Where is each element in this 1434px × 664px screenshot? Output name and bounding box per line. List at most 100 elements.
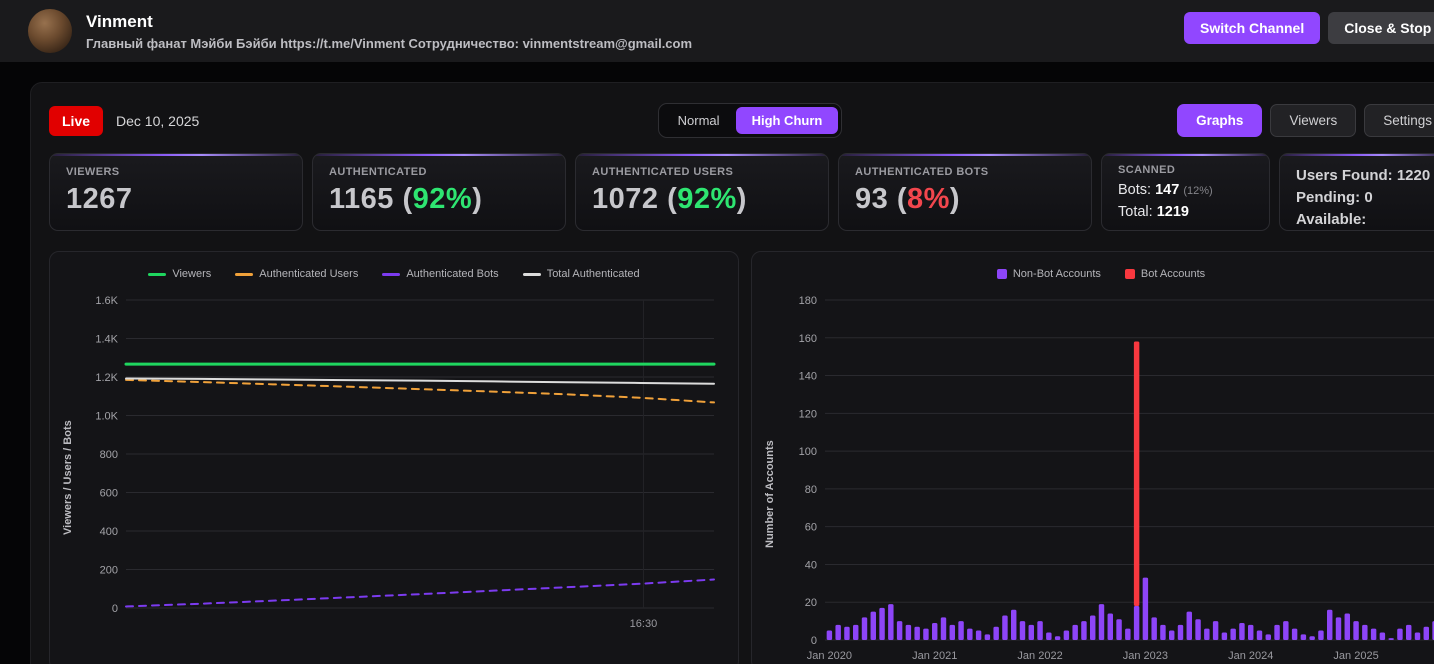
stream-date: Dec 10, 2025 [116, 112, 200, 129]
authenticated-bots-card: AUTHENTICATED BOTS 93 (8%) [838, 153, 1092, 231]
stats-row: VIEWERS 1267 AUTHENTICATED 1165 (92%) AU… [49, 153, 1434, 231]
viewers-label: VIEWERS [66, 166, 120, 178]
authenticated-bots-percent: 8% [907, 183, 950, 215]
churn-mode-toggle: Normal High Churn [657, 103, 843, 138]
line-chart-legend: Viewers Authenticated Users Authenticated … [62, 262, 726, 286]
app-viewport: Vinment Главный фанат Мэйби Бэйби https:… [0, 0, 1434, 664]
scanned-bots-label: Bots: [1118, 182, 1152, 198]
svg-text:180: 180 [799, 295, 817, 307]
switch-channel-button[interactable]: Switch Channel [1184, 12, 1321, 44]
channel-header: Vinment Главный фанат Мэйби Бэйби https:… [0, 0, 1434, 62]
mode-normal-button[interactable]: Normal [662, 107, 736, 134]
viewers-card: VIEWERS 1267 [49, 153, 303, 231]
svg-text:Jan 2024: Jan 2024 [1228, 650, 1273, 662]
tab-graphs[interactable]: Graphs [1177, 104, 1263, 137]
svg-text:Jan 2022: Jan 2022 [1018, 650, 1063, 662]
viewers-line-chart: 0 200 400 600 800 1.0K 1.2K 1.4K 1.6K 16:30 [95, 295, 716, 630]
viewers-line-chart-card: Viewers Authenticated Users Authenticated … [49, 251, 739, 664]
svg-text:400: 400 [100, 526, 118, 538]
svg-text:200: 200 [100, 565, 118, 577]
svg-text:Jan 2021: Jan 2021 [912, 650, 957, 662]
header-actions: Switch Channel Close & Stop Tracking [1184, 12, 1434, 44]
authenticated-label: AUTHENTICATED [329, 166, 427, 178]
bar-chart-legend: Non-Bot Accounts Bot Accounts [764, 262, 1434, 286]
svg-text:1.0K: 1.0K [95, 411, 118, 423]
controls-row: Live Dec 10, 2025 Normal High Churn Grap… [49, 103, 1434, 138]
svg-text:1.6K: 1.6K [95, 295, 118, 307]
authenticated-users-value: 1072 (92%) [592, 183, 812, 216]
legend-swatch [1124, 269, 1135, 279]
legend-item-authenticated-users[interactable]: Authenticated Users [235, 268, 358, 280]
svg-text:1.4K: 1.4K [95, 334, 118, 346]
svg-text:1.2K: 1.2K [95, 372, 118, 384]
close-stop-tracking-button[interactable]: Close & Stop Tracking [1328, 12, 1434, 44]
authenticated-bots-count: 93 [855, 183, 889, 215]
stream-status-group: Live Dec 10, 2025 [49, 105, 200, 136]
legend-item-bot-accounts[interactable]: Bot Accounts [1124, 268, 1206, 280]
svg-text:100: 100 [799, 446, 817, 458]
line-chart-ylabel: Viewers / Users / Bots [62, 420, 74, 536]
tab-settings[interactable]: Settings [1364, 104, 1434, 137]
scanned-label: SCANNED [1118, 164, 1176, 176]
svg-text:Jan 2020: Jan 2020 [807, 650, 852, 662]
authenticated-users-label: AUTHENTICATED USERS [592, 166, 734, 178]
svg-text:140: 140 [799, 371, 817, 383]
svg-text:Jan 2023: Jan 2023 [1123, 650, 1168, 662]
channel-title: Vinment [86, 11, 153, 31]
view-tabs: Graphs Viewers Settings [1177, 104, 1434, 137]
legend-item-viewers[interactable]: Viewers [148, 268, 211, 280]
authenticated-users-count: 1072 [592, 183, 659, 215]
authenticated-bots-value: 93 (8%) [855, 183, 1075, 216]
paren: ( [896, 183, 907, 215]
accounts-bar-chart-card: Non-Bot Accounts Bot Accounts Number of A… [751, 251, 1434, 664]
line-chart-body: Viewers / Users / Bots 0 200 400 600 800 1.0K… [62, 288, 726, 634]
channel-info: Vinment Главный фанат Мэйби Бэйби https:… [86, 12, 692, 51]
scanned-bots-value: 147 [1155, 182, 1180, 198]
authenticated-value: 1165 (92%) [329, 183, 549, 216]
bar-chart-ylabel: Number of Accounts [764, 440, 776, 548]
pending-line: Pending: 0 [1296, 188, 1373, 206]
legend-item-authenticated-bots[interactable]: Authenticated Bots [382, 268, 499, 280]
dashboard-panel: Live Dec 10, 2025 Normal High Churn Grap… [30, 82, 1434, 664]
paren: ) [736, 183, 747, 215]
channel-description: Главный фанат Мэйби Бэйби https://t.me/V… [86, 35, 693, 51]
accounts-bar-chart: 0 20 40 60 80 100 120 140 160 180 Jan 2020 Jan 2021… [799, 295, 1434, 662]
viewers-value: 1267 [66, 183, 133, 215]
legend-label: Total Authenticated [546, 268, 640, 280]
legend-label: Viewers [172, 268, 212, 280]
legend-item-non-bot-accounts[interactable]: Non-Bot Accounts [996, 268, 1101, 280]
legend-swatch [522, 272, 541, 276]
legend-item-total-authenticated[interactable]: Total Authenticated [522, 268, 640, 280]
scanned-bots-line: Bots: 147 (12%) [1118, 182, 1253, 198]
quota-card: Users Found: 1220 Pending: 0 Available: … [1279, 153, 1434, 231]
legend-swatch [996, 269, 1007, 279]
svg-text:60: 60 [805, 522, 817, 534]
svg-text:160: 160 [799, 333, 817, 345]
legend-label: Bot Accounts [1140, 268, 1206, 280]
authenticated-percent: 92% [412, 183, 473, 215]
svg-text:600: 600 [100, 488, 118, 500]
svg-text:0: 0 [112, 603, 118, 615]
svg-text:120: 120 [799, 408, 817, 420]
scanned-card: SCANNED Bots: 147 (12%) Total: 1219 [1101, 153, 1270, 231]
live-badge: Live [49, 105, 104, 136]
paren: ( [402, 183, 413, 215]
available-line: Available: 4204/5000 [1296, 210, 1367, 228]
legend-swatch [148, 272, 167, 276]
legend-swatch [382, 272, 401, 276]
authenticated-users-percent: 92% [677, 183, 737, 215]
paren: ) [472, 183, 483, 215]
svg-text:800: 800 [100, 449, 118, 461]
authenticated-users-card: AUTHENTICATED USERS 1072 (92%) [575, 153, 829, 231]
users-found-line: Users Found: 1220 [1296, 167, 1431, 184]
tab-viewers[interactable]: Viewers [1270, 104, 1357, 137]
mode-high-churn-button[interactable]: High Churn [735, 107, 839, 134]
charts-row: Viewers Authenticated Users Authenticated … [49, 251, 1434, 664]
legend-label: Non-Bot Accounts [1012, 268, 1101, 280]
legend-label: Authenticated Bots [406, 268, 499, 280]
bar-chart-body: Number of Accounts 0 20 40 60 80 100 120 140 160… [764, 288, 1434, 664]
scanned-total-line: Total: 1219 [1118, 204, 1253, 220]
authenticated-bots-label: AUTHENTICATED BOTS [855, 166, 989, 178]
channel-avatar [28, 9, 72, 53]
legend-label: Authenticated Users [259, 268, 359, 280]
